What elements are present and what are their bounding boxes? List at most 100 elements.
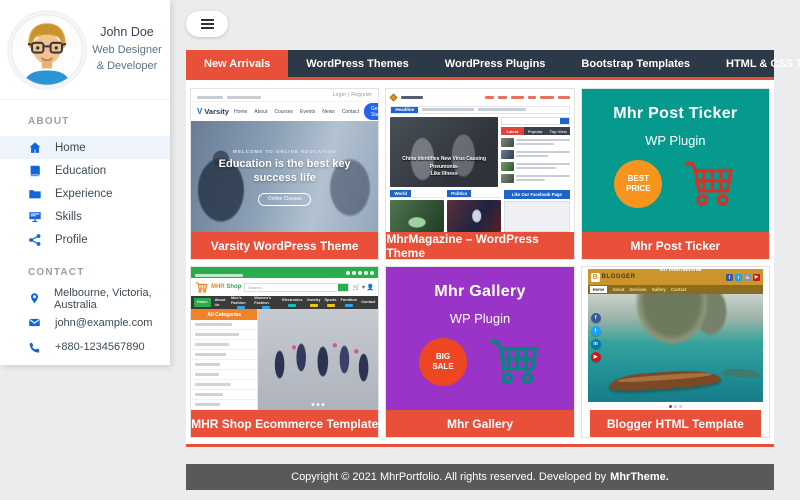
card-title: Mhr Gallery <box>386 410 573 437</box>
tab-html-css-templates[interactable]: HTML & CSS Templates <box>708 50 800 77</box>
avatar-illustration <box>10 13 84 87</box>
facebook-icon: f <box>726 274 733 281</box>
sidebar-item-label: Experience <box>55 188 113 200</box>
sidebar-item-label: Education <box>55 165 106 177</box>
best-price-badge: BESTPRICE <box>614 160 662 208</box>
contact-text: john@example.com <box>55 317 152 329</box>
portfolio-card-mhr-shop[interactable]: MHR Shop Search... 🛒 ♥ 👤 Home About Us M… <box>190 266 379 438</box>
card-title: MhrMagazine – WordPress Theme <box>386 232 573 259</box>
big-sale-badge: BIGSALE <box>419 338 467 386</box>
headline-badge: Headline <box>391 107 418 114</box>
sidebar-item-home[interactable]: Home <box>0 136 170 159</box>
blogger-preview: B BLOGGER An InternationalBlogging Site … <box>582 267 769 410</box>
shopping-cart-icon <box>487 338 541 386</box>
portfolio-card-blogger[interactable]: B BLOGGER An InternationalBlogging Site … <box>581 266 770 438</box>
portfolio-card-mhr-gallery[interactable]: Mhr Gallery WP Plugin BIGSALE Mhr Galler… <box>385 266 574 438</box>
mhrmagazine-preview: Headline China Identifies New Virus Caus… <box>386 89 573 232</box>
carousel-dots <box>588 402 763 410</box>
book-icon <box>28 164 42 178</box>
location-pin-icon <box>28 292 41 306</box>
magazine-tab-topview: Top View <box>547 127 570 135</box>
sidebar-item-profile[interactable]: Profile <box>0 228 170 251</box>
shop-search-button <box>338 284 348 291</box>
profile-role-line2: & Developer <box>92 58 162 75</box>
blogger-logo: B BLOGGER <box>591 273 636 282</box>
magazine-post-item <box>501 161 570 171</box>
plugin-subheading: WP Plugin <box>645 133 705 148</box>
tab-wordpress-themes[interactable]: WordPress Themes <box>288 50 427 77</box>
shop-topbar <box>191 267 378 278</box>
card-title: MHR Shop Ecommerce Template <box>191 410 378 437</box>
sidebar-item-skills[interactable]: Skills <box>0 205 170 228</box>
blogger-logo-icon: B <box>591 273 600 282</box>
tab-new-arrivals[interactable]: New Arrivals <box>186 50 288 77</box>
blogger-navbar: Home About Services Gallery Contact <box>588 285 763 294</box>
boat-illustration <box>608 368 721 393</box>
small-boat-illustration <box>721 368 760 378</box>
blogger-header-social-icons: f t in ▶ <box>726 274 760 281</box>
linkedin-icon: in <box>744 274 751 281</box>
sidebar-item-label: Profile <box>55 234 88 246</box>
magazine-featured-caption: China Identifies New Virus Causing Pneum… <box>390 156 498 179</box>
shop-search-bar: Search... <box>244 283 349 292</box>
section-image <box>447 200 501 232</box>
profile-name: John Doe <box>92 25 162 39</box>
sidebar-item-education[interactable]: Education <box>0 159 170 182</box>
menu-button[interactable] <box>186 11 228 37</box>
folder-icon <box>28 187 42 201</box>
portfolio-card-varsity[interactable]: Login | Register VVarsity HomeAboutCours… <box>190 88 379 260</box>
magazine-header <box>390 92 569 104</box>
footer: Copyright © 2021 MhrPortfolio. All right… <box>186 464 774 490</box>
magazine-section-world: World <box>390 190 444 232</box>
shop-header: MHR Shop Search... 🛒 ♥ 👤 <box>191 278 378 296</box>
sidebar-item-label: Skills <box>55 211 82 223</box>
mail-icon <box>28 316 42 330</box>
portfolio-card-mhr-post-ticker[interactable]: Mhr Post Ticker WP Plugin BESTPRICE Mhr … <box>581 88 770 260</box>
shop-social-icons <box>346 271 374 275</box>
sidebar-nav: Home Education Experience Skills <box>0 136 170 251</box>
twitter-icon: t <box>591 326 601 336</box>
section-image <box>390 200 444 232</box>
shop-nav-home: Home <box>194 298 211 307</box>
floating-social-icons: f t in ▶ <box>591 313 601 362</box>
contact-text: +880-1234567890 <box>55 341 145 353</box>
magazine-facebook-widget: Like Our Facebook Page <box>504 190 570 232</box>
card-title: Mhr Post Ticker <box>582 232 769 259</box>
varsity-hero-button: Online Classes <box>258 193 312 206</box>
sidebar-item-label: Home <box>55 142 86 154</box>
shop-navbar: Home About Us Men's Fashion Women's Fash… <box>191 296 378 309</box>
profile-info: John Doe Web Designer & Developer <box>92 25 162 75</box>
magazine-headline-ticker: Headline <box>390 106 569 115</box>
post-thumbnail <box>501 150 514 159</box>
mhr-shop-preview: MHR Shop Search... 🛒 ♥ 👤 Home About Us M… <box>191 267 378 410</box>
magazine-search-box <box>501 117 570 125</box>
search-icon <box>560 118 569 124</box>
varsity-logo: VVarsity <box>197 107 229 116</box>
portfolio-card-mhrmagazine[interactable]: Headline China Identifies New Virus Caus… <box>385 88 574 260</box>
magazine-tab-latest: Latest <box>501 127 524 135</box>
varsity-eyebrow: WELCOME TO ONLINE EDUCATION <box>191 149 378 154</box>
category-tabs: New Arrivals WordPress Themes WordPress … <box>186 50 774 80</box>
magazine-post-item <box>501 149 570 159</box>
plugin-heading: Mhr Gallery <box>434 283 525 301</box>
twitter-icon: t <box>735 274 742 281</box>
monitor-icon <box>28 210 42 224</box>
tab-wordpress-plugins[interactable]: WordPress Plugins <box>427 50 564 77</box>
portfolio-panel: Login | Register VVarsity HomeAboutCours… <box>186 80 774 447</box>
magazine-tab-popular: Popular <box>524 127 547 135</box>
profile-card: John Doe Web Designer & Developer <box>0 0 170 100</box>
plugin-graphics: BIGSALE <box>419 338 541 386</box>
contact-section-label: CONTACT <box>0 251 170 287</box>
profile-role-line1: Web Designer <box>92 42 162 59</box>
sidebar-item-experience[interactable]: Experience <box>0 182 170 205</box>
post-thumbnail <box>501 162 514 171</box>
plugin-heading: Mhr Post Ticker <box>613 105 737 123</box>
magazine-tabs: Latest Popular Top View <box>501 127 570 135</box>
magazine-logo-text <box>401 96 423 99</box>
varsity-hero-image: WELCOME TO ONLINE EDUCATION Education is… <box>191 121 378 232</box>
tab-bootstrap-templates[interactable]: Bootstrap Templates <box>563 50 708 77</box>
all-categories-header: All Categories <box>191 309 257 320</box>
facebook-widget-body <box>504 201 570 232</box>
card-title: Varsity WordPress Theme <box>191 232 378 259</box>
youtube-icon: ▶ <box>591 352 601 362</box>
